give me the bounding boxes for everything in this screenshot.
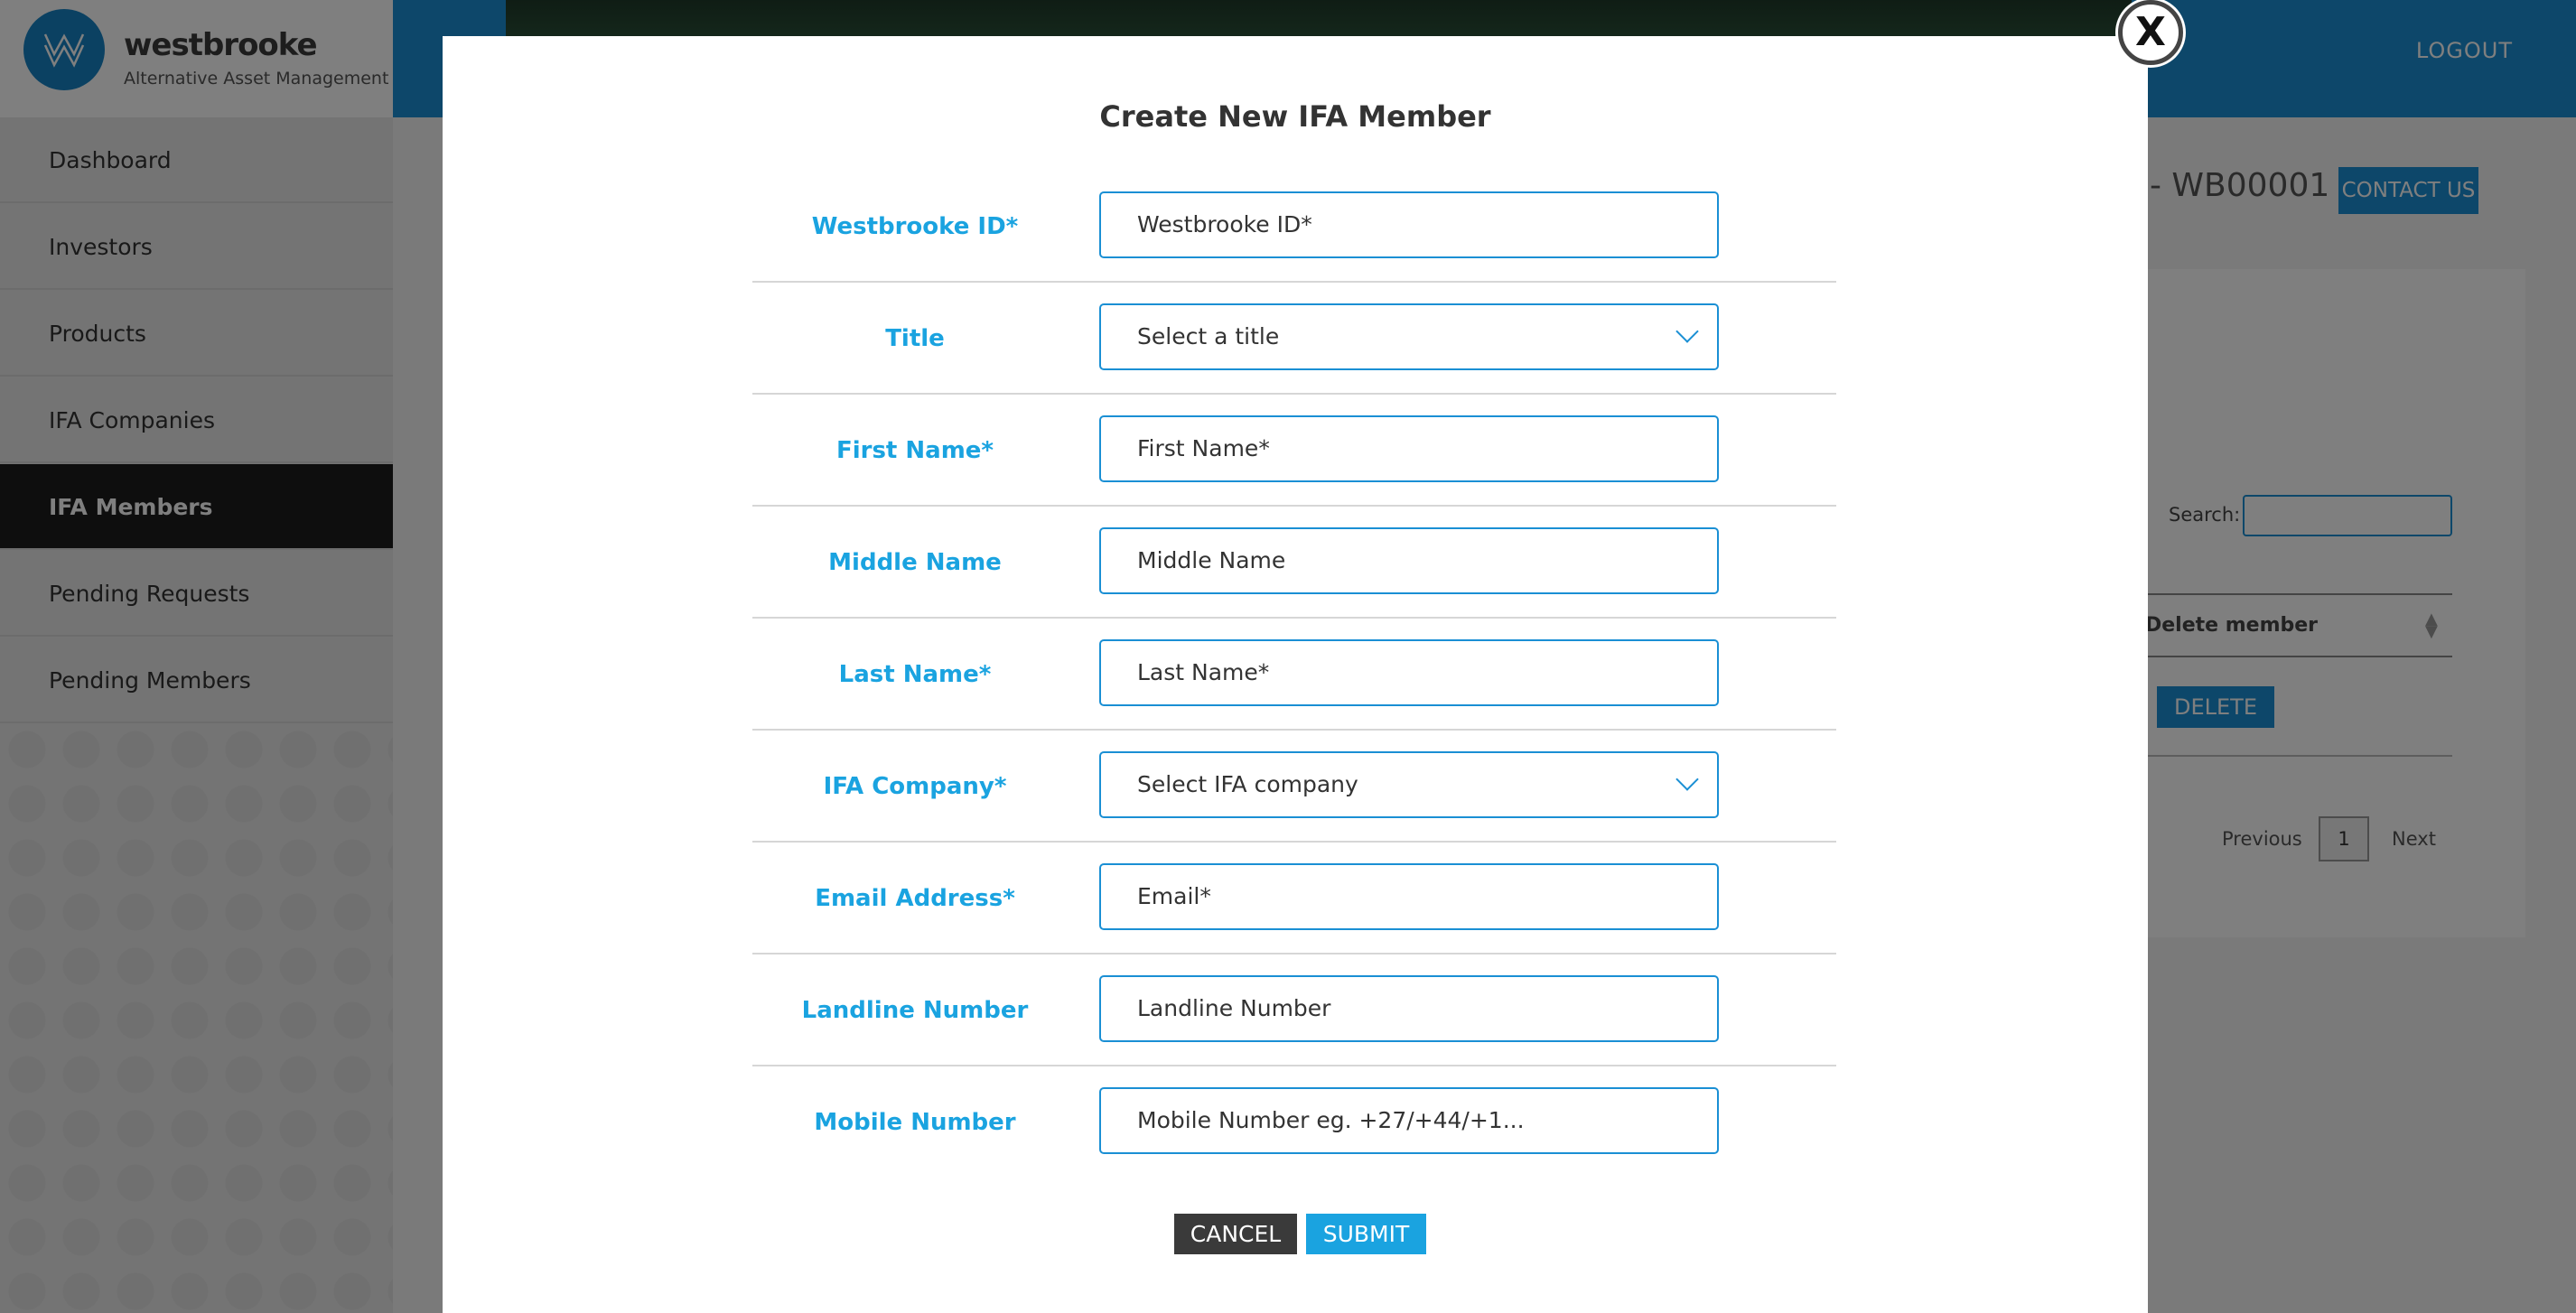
form-row-email: Email Address* Email* bbox=[752, 843, 1836, 954]
first-name-input[interactable]: First Name* bbox=[1099, 415, 1719, 482]
title-select-value: Select a title bbox=[1137, 323, 1280, 349]
last-name-input[interactable]: Last Name* bbox=[1099, 639, 1719, 706]
middle-name-input[interactable]: Middle Name bbox=[1099, 527, 1719, 594]
form-row-last-name: Last Name* Last Name* bbox=[752, 619, 1836, 731]
ifa-company-select-value: Select IFA company bbox=[1137, 771, 1358, 797]
modal-title: Create New IFA Member bbox=[1099, 99, 1491, 134]
title-select[interactable]: Select a title bbox=[1099, 303, 1719, 370]
email-input[interactable]: Email* bbox=[1099, 863, 1719, 930]
form-row-ifa-company: IFA Company* Select IFA company bbox=[752, 731, 1836, 843]
chevron-down-icon bbox=[1675, 320, 1699, 343]
landline-label: Landline Number bbox=[801, 997, 1029, 1024]
form-row-mobile: Mobile Number Mobile Number eg. +27/+44/… bbox=[752, 1066, 1836, 1178]
middle-name-label: Middle Name bbox=[828, 549, 1002, 576]
mobile-input[interactable]: Mobile Number eg. +27/+44/+1... bbox=[1099, 1087, 1719, 1154]
first-name-label: First Name* bbox=[835, 437, 994, 464]
chevron-down-icon bbox=[1675, 768, 1699, 791]
westbrooke-id-label: Westbrooke ID* bbox=[811, 213, 1019, 240]
form-row-westbrooke-id: Westbrooke ID* Westbrooke ID* bbox=[752, 171, 1836, 283]
form-row-landline: Landline Number Landline Number bbox=[752, 954, 1836, 1066]
form-row-title: Title Select a title bbox=[752, 283, 1836, 395]
cancel-button[interactable]: CANCEL bbox=[1174, 1214, 1297, 1254]
close-modal-button[interactable]: X bbox=[2118, 0, 2183, 65]
title-label: Title bbox=[885, 325, 945, 352]
mobile-label: Mobile Number bbox=[814, 1109, 1016, 1136]
submit-button[interactable]: SUBMIT bbox=[1306, 1214, 1426, 1254]
form-row-middle-name: Middle Name Middle Name bbox=[752, 507, 1836, 619]
form-row-first-name: First Name* First Name* bbox=[752, 395, 1836, 507]
last-name-label: Last Name* bbox=[838, 661, 992, 688]
westbrooke-id-input[interactable]: Westbrooke ID* bbox=[1099, 191, 1719, 258]
ifa-company-label: IFA Company* bbox=[823, 773, 1007, 800]
landline-input[interactable]: Landline Number bbox=[1099, 975, 1719, 1042]
ifa-company-select[interactable]: Select IFA company bbox=[1099, 751, 1719, 818]
email-label: Email Address* bbox=[815, 885, 1015, 912]
